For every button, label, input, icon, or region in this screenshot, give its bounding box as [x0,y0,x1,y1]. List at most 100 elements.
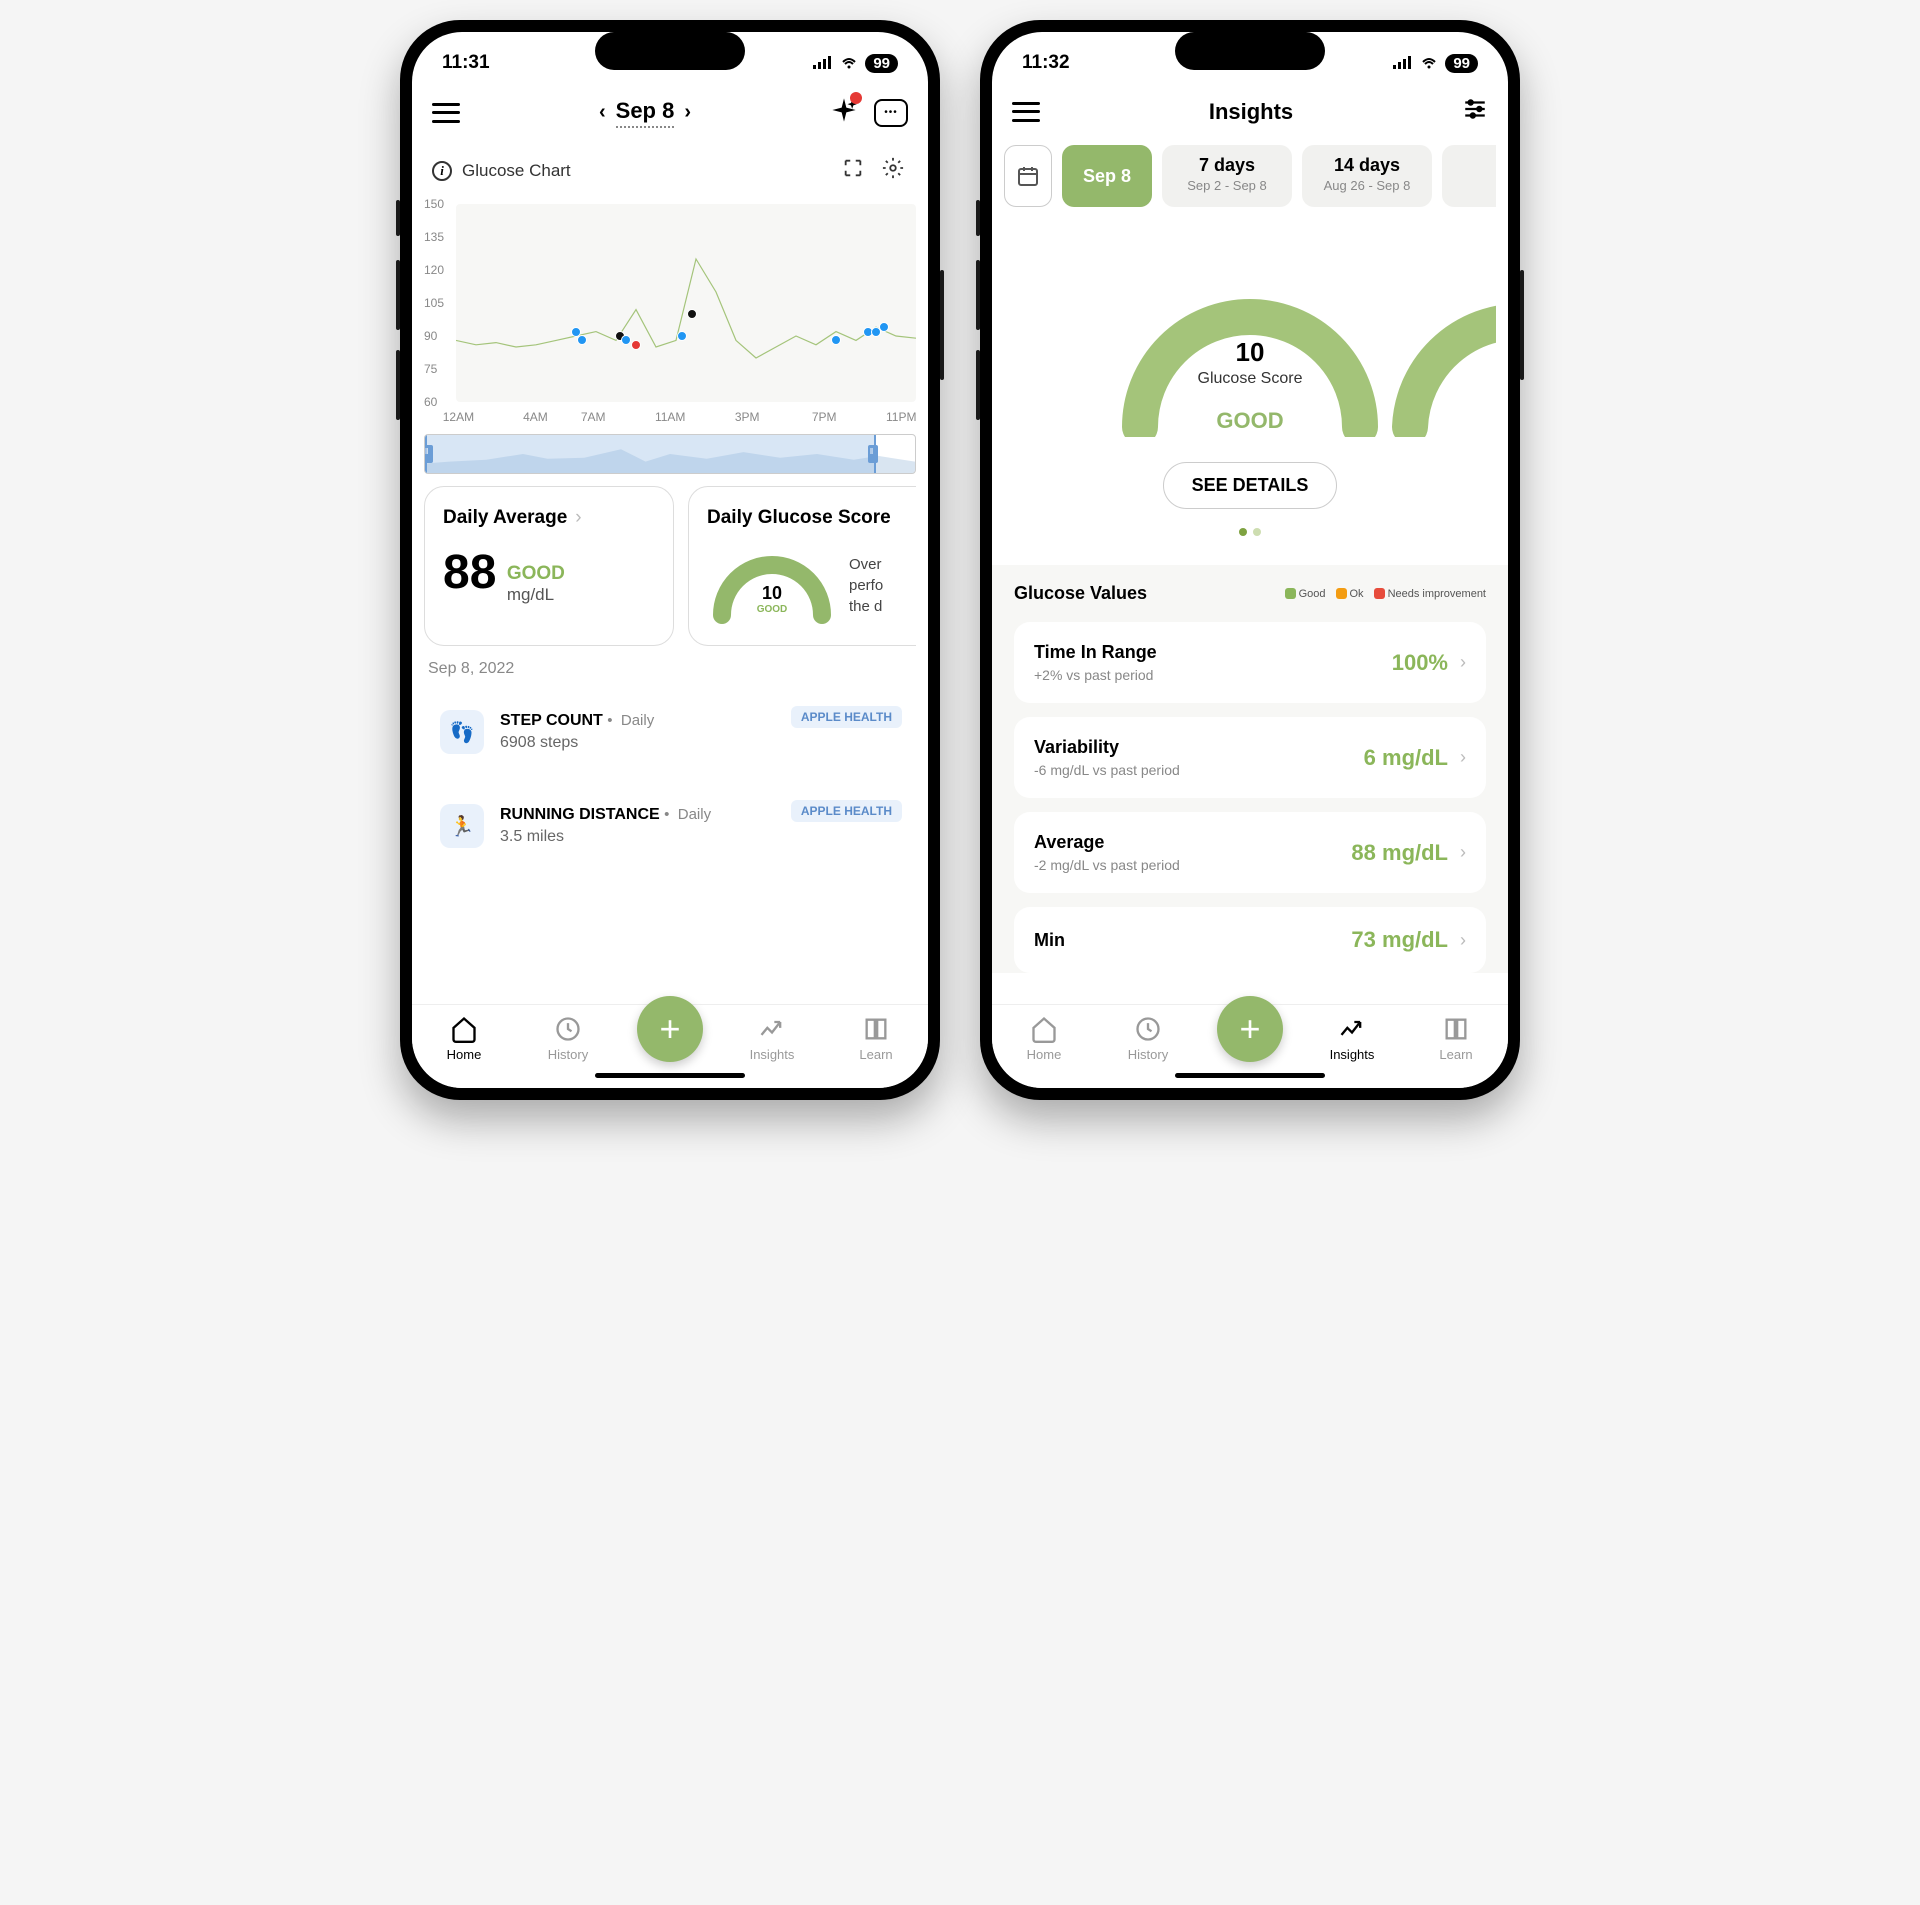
menu-icon[interactable] [432,103,460,123]
chevron-right-icon: › [1460,652,1466,673]
value-subtitle: -6 mg/dL vs past period [1034,762,1364,778]
tab-bar: Home History + Insights Learn [412,1004,928,1088]
home-indicator[interactable] [1175,1073,1325,1078]
period-tabs: Sep 8 7 days Sep 2 - Sep 8 14 days Aug 26 - … [1004,145,1496,207]
time-range-slider[interactable] [424,434,916,474]
tab-learn[interactable]: Learn [841,1015,911,1062]
glucose-value-card[interactable]: Min73 mg/dL› [1014,907,1486,973]
home-indicator[interactable] [595,1073,745,1078]
value-subtitle: -2 mg/dL vs past period [1034,857,1351,873]
date-navigator: ‹ Sep 8 › [599,98,691,128]
gauge-status: GOOD [1100,408,1400,434]
wifi-icon [1419,56,1439,70]
glucose-value-card[interactable]: Average -2 mg/dL vs past period88 mg/dL › [1014,812,1486,893]
menu-icon[interactable] [1012,102,1040,122]
activity-icon: 🏃 [440,804,484,848]
daily-score-card[interactable]: Daily Glucose Score 10 GOOD Over perfo [688,486,916,646]
period-title: Sep 8 [1083,166,1131,187]
x-tick: 7PM [812,410,837,424]
glucose-chart[interactable]: 15013512010590756012AM4AM7AM11AM3PM7PM11… [424,204,916,424]
phone-home: 11:31 99 ‹ Sep 8 › ••• [400,20,940,1100]
daily-score-value: 10 [707,583,837,604]
chart-event-dot[interactable] [687,309,697,319]
tab-history[interactable]: History [533,1015,603,1062]
current-date[interactable]: Sep 8 [616,98,675,128]
chart-event-dot[interactable] [831,335,841,345]
tab-insights-label: Insights [750,1047,795,1062]
cellular-icon [813,56,833,70]
tab-home-label: Home [1027,1047,1062,1062]
tab-home[interactable]: Home [429,1015,499,1062]
tab-history[interactable]: History [1113,1015,1183,1062]
chart-event-dot[interactable] [621,335,631,345]
period-tab[interactable]: Al [1442,145,1496,207]
activity-card[interactable]: 🏃RUNNING DISTANCE • Daily3.5 milesAPPLE … [424,786,916,866]
tab-home-label: Home [447,1047,482,1062]
activity-value: 6908 steps [500,734,654,752]
value-title: Average [1034,832,1351,853]
info-icon[interactable]: i [432,161,452,181]
y-tick: 135 [424,230,444,244]
daily-average-unit: mg/dL [507,585,565,605]
value-metric: 100% [1392,650,1448,676]
filter-icon[interactable] [1462,96,1488,127]
value-title: Time In Range [1034,642,1392,663]
calendar-icon[interactable] [1004,145,1052,207]
values-legend: Good Ok Needs improvement [1285,588,1486,600]
value-metric: 88 mg/dL [1351,840,1448,866]
chevron-right-icon: › [1460,842,1466,863]
fab-add-button[interactable]: + [637,996,703,1062]
x-tick: 3PM [735,410,760,424]
period-tab[interactable]: 14 days Aug 26 - Sep 8 [1302,145,1432,207]
x-tick: 7AM [581,410,606,424]
status-time: 11:32 [1022,52,1070,74]
y-tick: 90 [424,329,437,343]
see-details-button[interactable]: SEE DETAILS [1163,462,1338,509]
chart-event-dot[interactable] [677,331,687,341]
glucose-chart-card: i Glucose Chart 15013512010590756012AM4A… [424,147,916,474]
value-title: Variability [1034,737,1364,758]
gauge-label: Glucose Score [1100,370,1400,388]
period-tab[interactable]: 7 days Sep 2 - Sep 8 [1162,145,1292,207]
gear-icon[interactable] [878,153,908,188]
page-title: Insights [1040,99,1462,125]
activity-title: STEP COUNT [500,712,603,729]
x-tick: 11AM [655,410,685,424]
next-day-button[interactable]: › [684,101,691,124]
battery-level: 99 [1445,54,1478,73]
glucose-values-section: Glucose Values Good Ok Needs improvement… [992,565,1508,973]
daily-score-desc: Over perfo the d [849,554,883,617]
daily-score-status: GOOD [707,604,837,615]
sparkle-icon[interactable] [830,96,858,129]
chevron-right-icon: › [575,507,581,529]
stat-cards-row: Daily Average › 88 GOOD mg/dL Daily Gluc… [424,486,916,646]
period-title: 7 days [1178,155,1276,176]
tab-insights[interactable]: Insights [1317,1015,1387,1062]
date-subheading: Sep 8, 2022 [428,660,912,678]
glucose-value-card[interactable]: Time In Range+2% vs past period100%› [1014,622,1486,703]
tab-home[interactable]: Home [1009,1015,1079,1062]
daily-average-value: 88 [443,545,496,600]
fab-add-button[interactable]: + [1217,996,1283,1062]
period-title: 14 days [1318,155,1416,176]
chat-icon[interactable]: ••• [874,99,908,127]
chevron-right-icon: › [1460,747,1466,768]
chart-event-dot[interactable] [577,335,587,345]
expand-icon[interactable] [838,153,868,188]
tab-learn[interactable]: Learn [1421,1015,1491,1062]
tab-insights[interactable]: Insights [737,1015,807,1062]
daily-average-card[interactable]: Daily Average › 88 GOOD mg/dL [424,486,674,646]
period-subtitle: Sep 2 - Sep 8 [1178,178,1276,193]
tab-bar: Home History + Insights Learn [992,1004,1508,1088]
glucose-value-card[interactable]: Variability-6 mg/dL vs past period6 mg/d… [1014,717,1486,798]
status-time: 11:31 [442,52,490,74]
period-tab[interactable]: Sep 8 [1062,145,1152,207]
period-subtitle: Aug 26 - Sep 8 [1318,178,1416,193]
activity-card[interactable]: 👣STEP COUNT • Daily6908 stepsAPPLE HEALT… [424,692,916,772]
prev-day-button[interactable]: ‹ [599,101,606,124]
tab-learn-label: Learn [859,1047,892,1062]
tab-insights-label: Insights [1330,1047,1375,1062]
chart-event-dot[interactable] [879,322,889,332]
value-metric: 73 mg/dL [1351,927,1448,953]
chart-event-dot[interactable] [631,340,641,350]
